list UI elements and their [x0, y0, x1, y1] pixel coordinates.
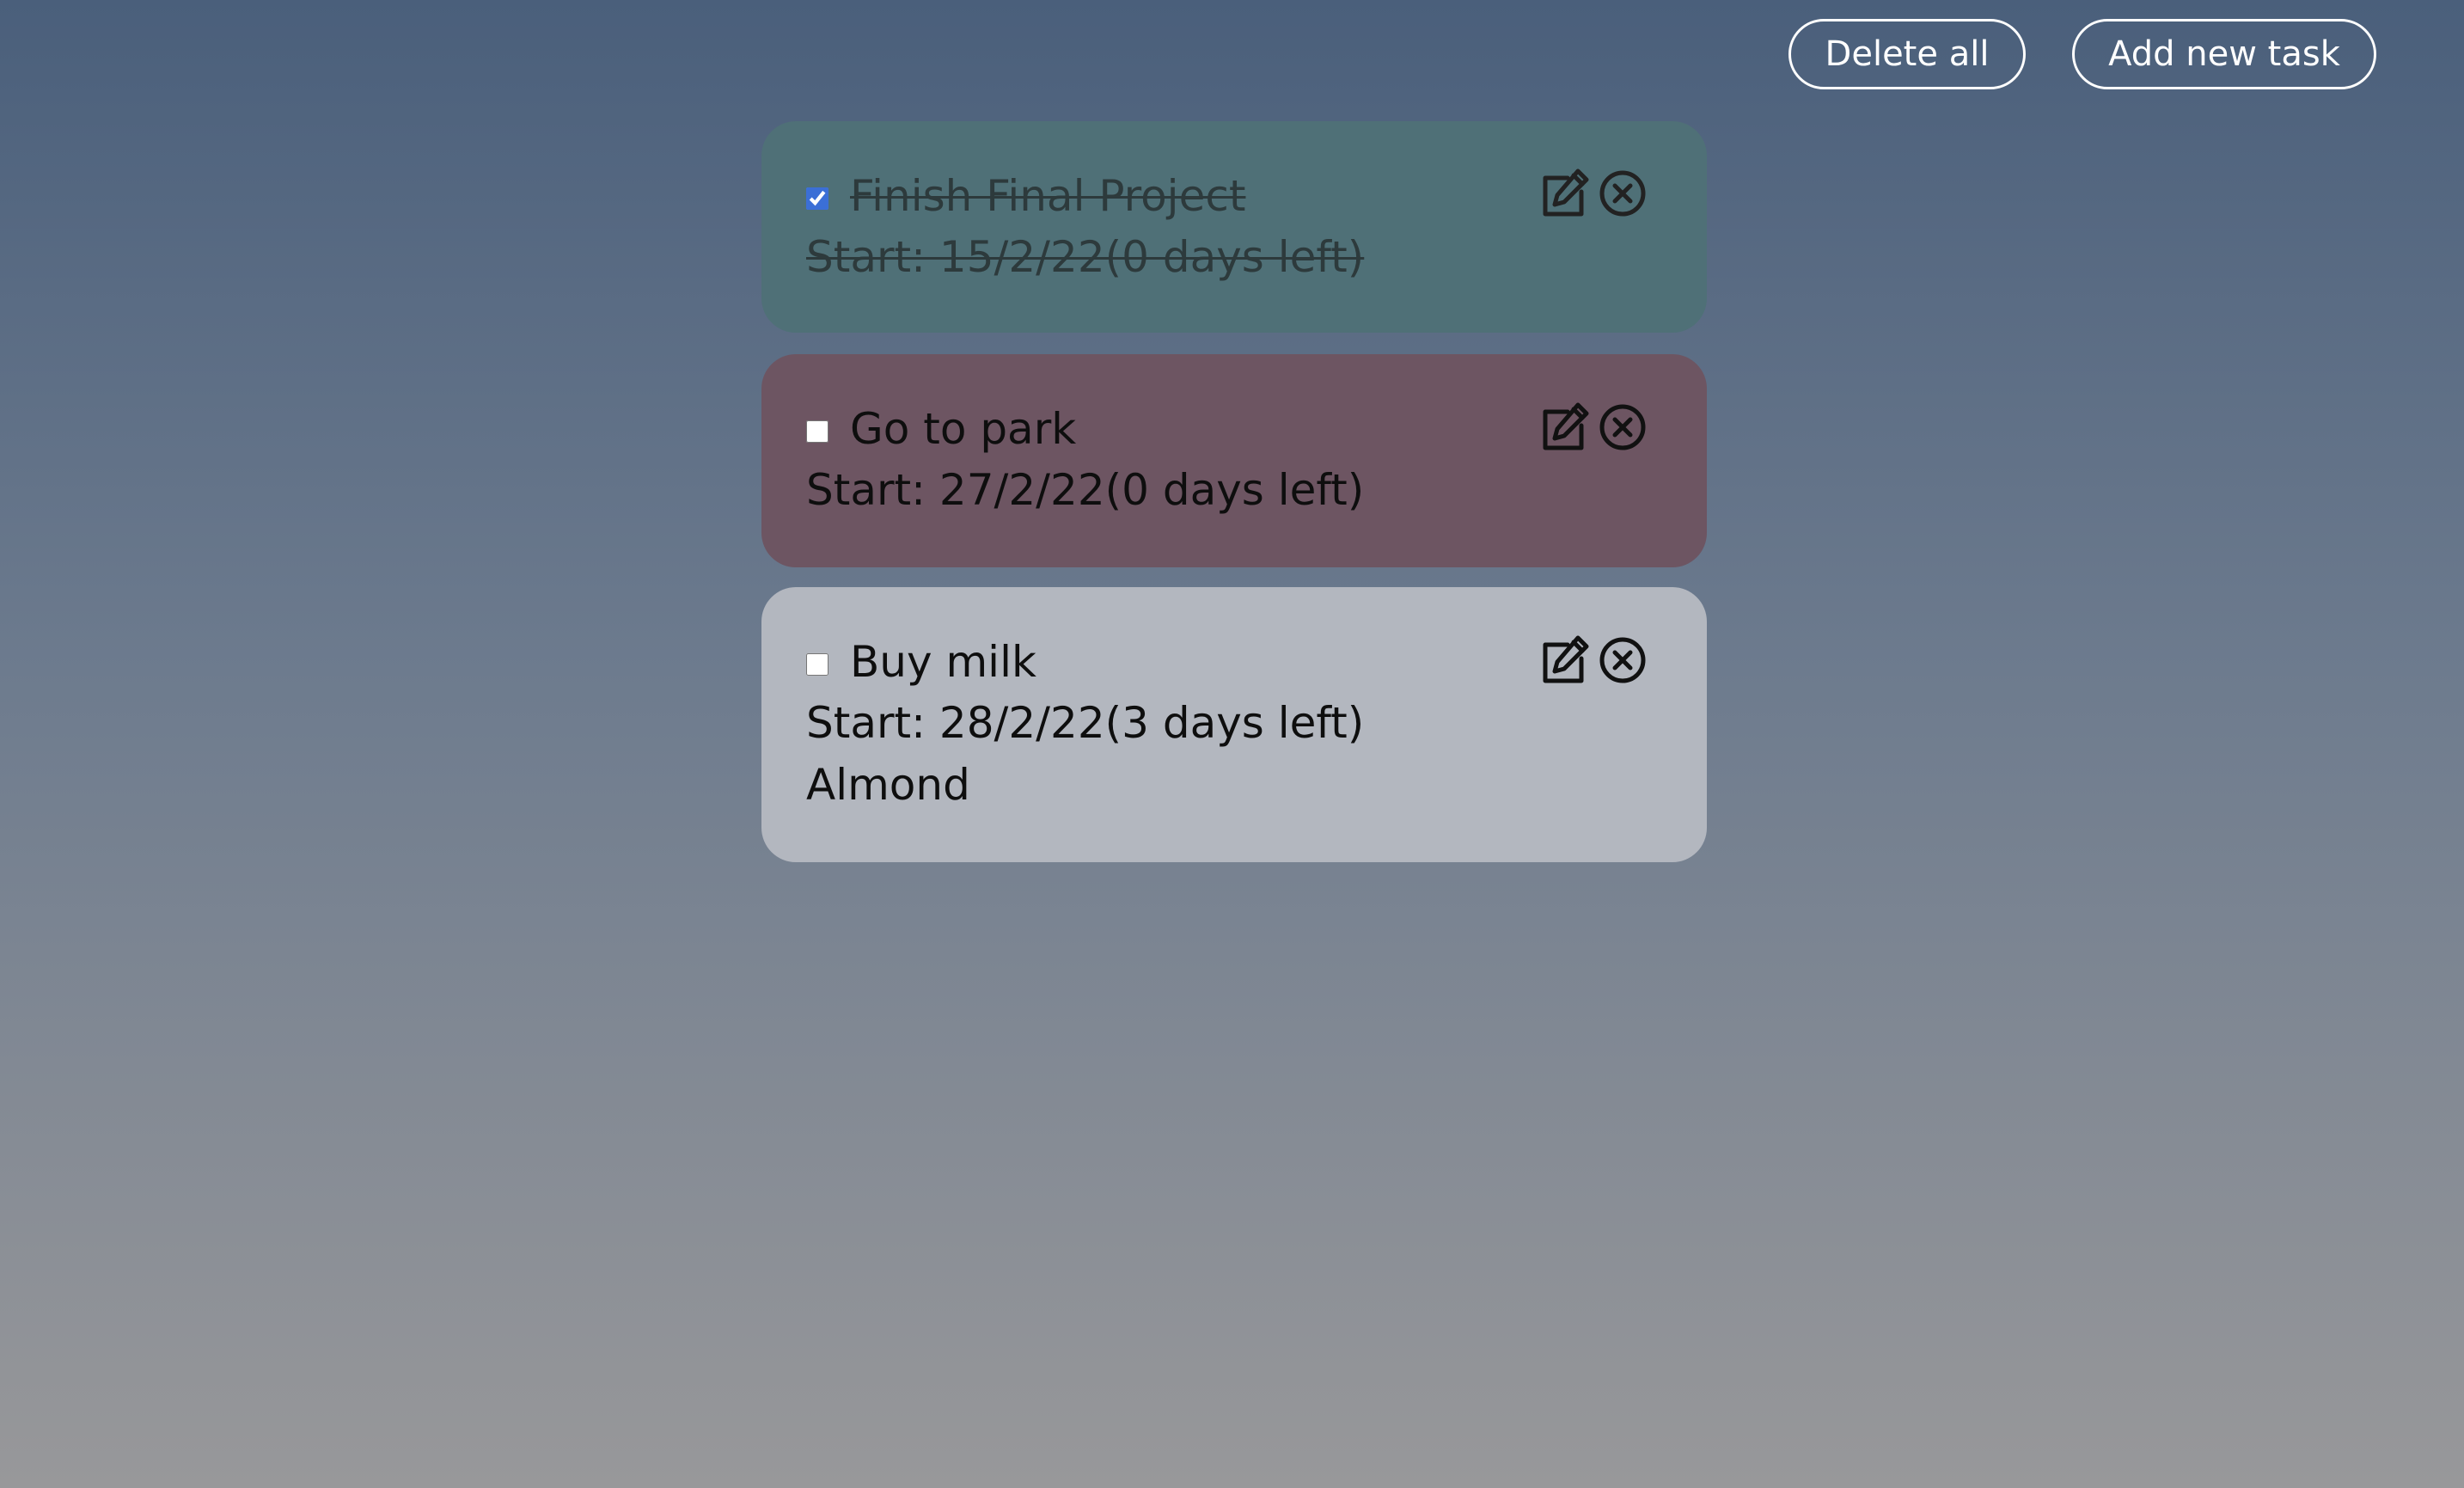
task-start-date: Start: 27/2/22(0 days left) [806, 465, 1365, 515]
task-card: Finish Final Project Start: 15/2/22(0 da… [761, 121, 1707, 333]
task-title: Buy milk [850, 637, 1036, 687]
delete-all-button[interactable]: Delete all [1788, 19, 2026, 89]
close-circle-icon[interactable] [1595, 166, 1650, 221]
task-start-date: Start: 28/2/22(3 days left) [806, 698, 1365, 748]
task-start-date: Start: 15/2/22(0 days left) [806, 232, 1365, 282]
edit-icon[interactable] [1537, 633, 1592, 688]
close-circle-icon[interactable] [1595, 633, 1650, 688]
add-new-task-button[interactable]: Add new task [2072, 19, 2376, 89]
task-complete-checkbox[interactable] [806, 653, 828, 676]
task-complete-checkbox[interactable] [806, 420, 828, 443]
edit-icon[interactable] [1537, 400, 1592, 455]
task-card: Buy milk Start: 28/2/22(3 days left) Alm… [761, 587, 1707, 862]
edit-icon[interactable] [1537, 166, 1592, 221]
task-card: Go to park Start: 27/2/22(0 days left) [761, 354, 1707, 567]
task-title: Finish Final Project [850, 171, 1246, 221]
task-description: Almond [806, 760, 970, 810]
task-title: Go to park [850, 404, 1077, 454]
task-complete-checkbox[interactable] [806, 187, 828, 210]
close-circle-icon[interactable] [1595, 400, 1650, 455]
